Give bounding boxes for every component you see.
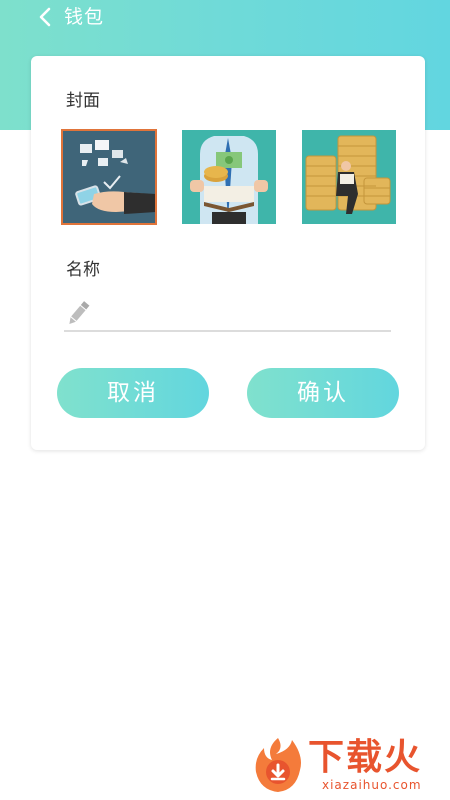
top-bar: 钱包 <box>0 0 450 34</box>
name-field-row <box>64 296 392 332</box>
name-input[interactable] <box>98 298 392 330</box>
watermark: 下载火 xiazaihuo.com <box>252 736 442 794</box>
cover-option-mobile-shopping[interactable] <box>61 129 157 225</box>
confirm-button[interactable]: 确认 <box>247 368 399 418</box>
cancel-button[interactable]: 取消 <box>57 368 209 418</box>
pencil-icon <box>65 299 91 327</box>
watermark-subtext: xiazaihuo.com <box>322 778 422 792</box>
cover-option-businessman[interactable] <box>182 130 276 224</box>
cover-label: 封面 <box>66 91 100 111</box>
wallet-form-card: 封面 名称 取消 确认 <box>31 56 425 450</box>
cover-option-coins[interactable] <box>302 130 396 224</box>
name-label: 名称 <box>66 260 100 280</box>
chevron-left-icon <box>34 4 58 30</box>
page-title: 钱包 <box>64 6 105 28</box>
flame-logo-icon <box>252 736 304 792</box>
back-button[interactable] <box>34 4 58 30</box>
watermark-text: 下载火 <box>308 737 423 778</box>
